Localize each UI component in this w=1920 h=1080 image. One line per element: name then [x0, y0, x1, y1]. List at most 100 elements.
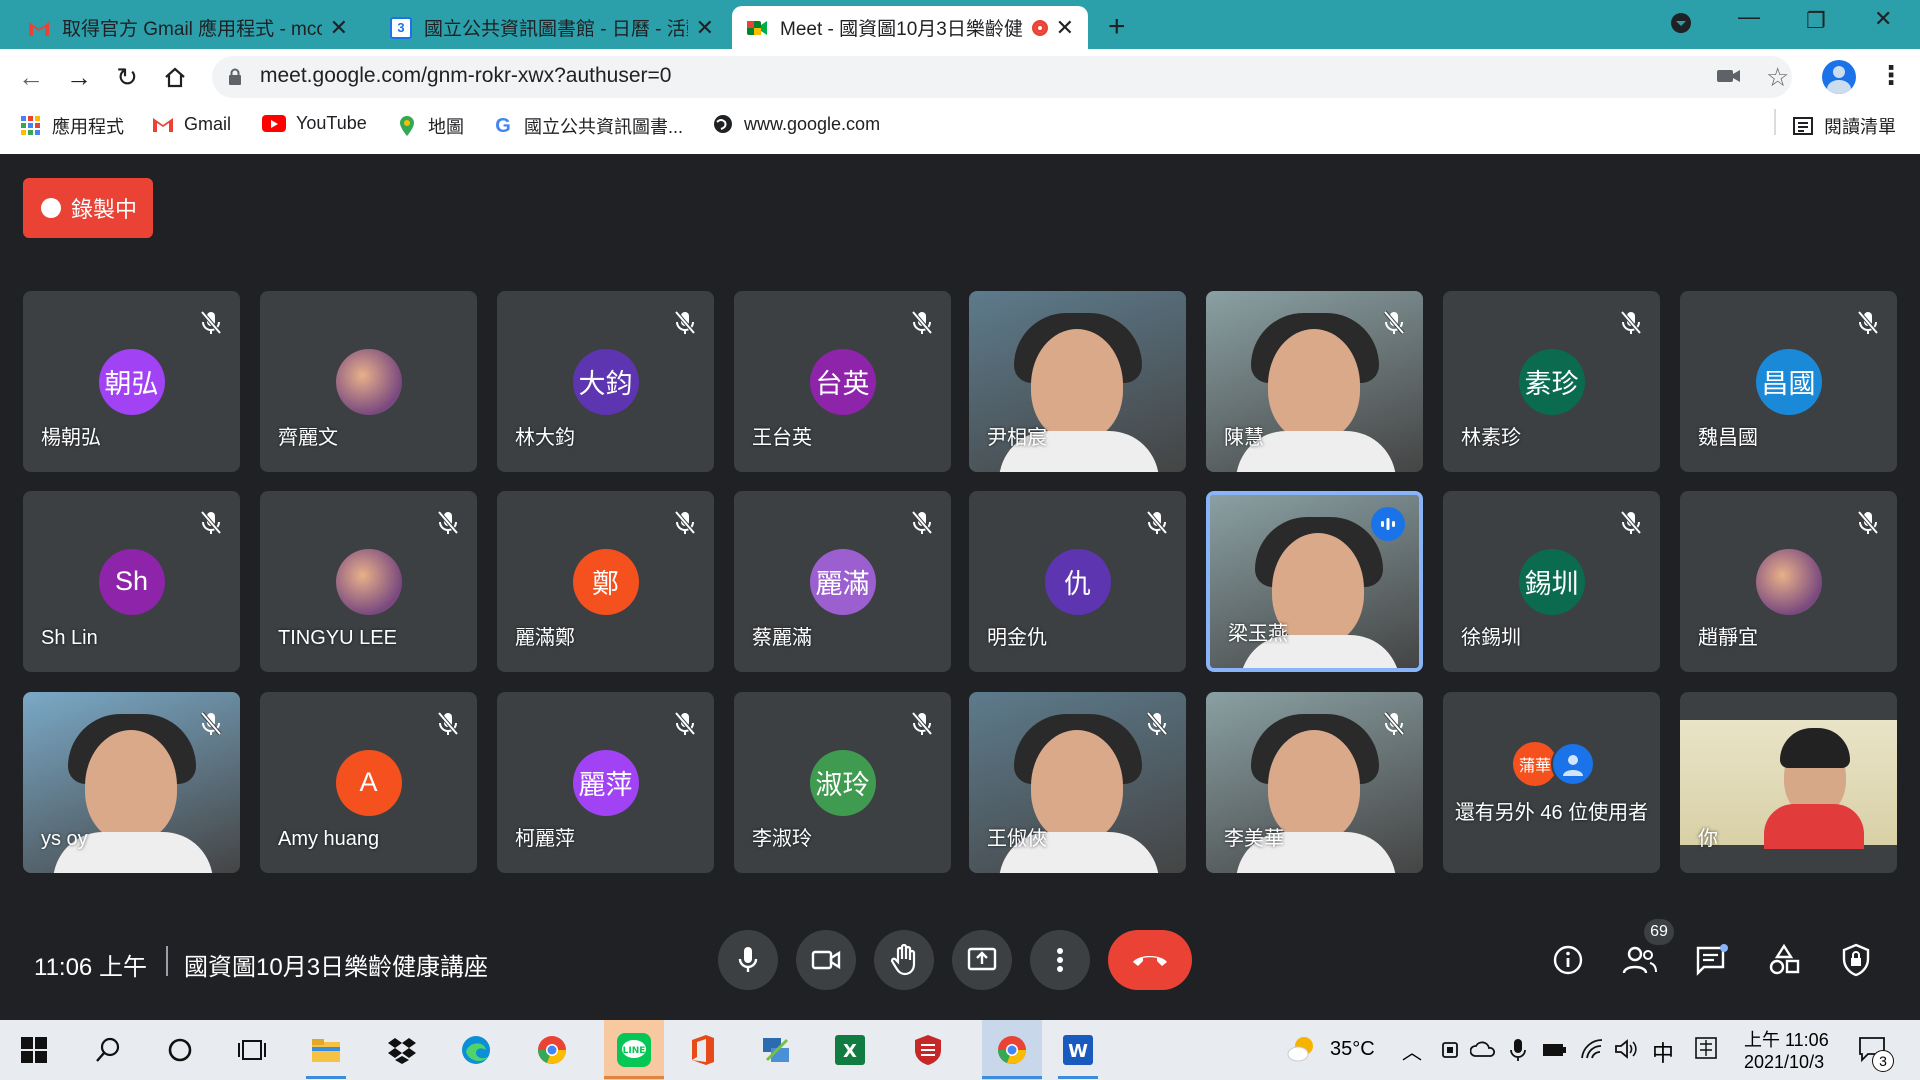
lock-icon: [228, 68, 242, 86]
line-icon[interactable]: LINE: [604, 1020, 664, 1080]
word-icon[interactable]: W: [1058, 1030, 1098, 1070]
avatar: [1755, 548, 1822, 615]
bookmark-gmail[interactable]: Gmail: [152, 113, 231, 135]
volume-icon[interactable]: [1614, 1038, 1638, 1060]
windows-start-icon[interactable]: [14, 1030, 54, 1070]
tab-meet[interactable]: Meet - 國資圖10月3日樂齡健 ✕: [732, 6, 1088, 49]
chat-button[interactable]: [1692, 940, 1732, 980]
clock-time[interactable]: 上午 11:06: [1744, 1026, 1829, 1052]
microphone-button[interactable]: [718, 930, 778, 990]
chrome-active-icon[interactable]: [982, 1020, 1042, 1080]
bookmark-library[interactable]: G 國立公共資訊圖書...: [492, 113, 683, 139]
close-tab-icon[interactable]: ✕: [1056, 16, 1074, 39]
camera-in-use-icon[interactable]: [1716, 66, 1742, 86]
close-tab-icon[interactable]: ✕: [696, 16, 714, 39]
participant-tile[interactable]: ys oy: [23, 692, 240, 873]
reading-list-button[interactable]: 閱讀清單: [1792, 113, 1896, 139]
meet-tray-icon[interactable]: [1440, 1040, 1460, 1060]
bookmark-google[interactable]: www.google.com: [712, 113, 880, 135]
avatar: [335, 348, 402, 415]
participant-tile[interactable]: 王俶俠: [969, 692, 1186, 873]
new-tab-button[interactable]: +: [1108, 10, 1126, 44]
participant-tile[interactable]: 齊麗文: [260, 291, 477, 472]
cortana-icon[interactable]: [160, 1030, 200, 1070]
participant-tile[interactable]: 仇明金仇: [969, 491, 1186, 672]
weather-icon[interactable]: [1286, 1034, 1318, 1064]
search-icon[interactable]: [88, 1030, 128, 1070]
file-explorer-icon[interactable]: [306, 1030, 346, 1070]
wifi-icon[interactable]: [1580, 1038, 1604, 1060]
participant-tile[interactable]: A Amy huang: [260, 692, 477, 873]
ime-mode-icon[interactable]: [1694, 1036, 1718, 1060]
muted-mic-icon: [1379, 307, 1409, 337]
participant-tile[interactable]: 鄭麗滿鄭: [497, 491, 714, 672]
participant-tile[interactable]: 素珍 林素珍: [1443, 291, 1660, 472]
participants-button[interactable]: [1620, 940, 1660, 980]
participant-tile[interactable]: 昌國 魏昌國: [1680, 291, 1897, 472]
ime-indicator[interactable]: 中: [1652, 1036, 1674, 1068]
gmail-icon: [152, 113, 174, 135]
dropbox-icon[interactable]: [382, 1030, 422, 1070]
tab-calendar[interactable]: 3 國立公共資訊圖書館 - 日曆 - 活動 ✕: [376, 6, 728, 49]
present-screen-button[interactable]: [952, 930, 1012, 990]
muted-mic-icon: [907, 507, 937, 537]
url-text[interactable]: meet.google.com/gnm-rokr-xwx?authuser=0: [260, 64, 671, 88]
weather-temp[interactable]: 35°C: [1330, 1038, 1375, 1061]
participant-tile[interactable]: 尹相宸: [969, 291, 1186, 472]
menu-kebab-icon[interactable]: ⋮: [1878, 60, 1904, 91]
participant-tile[interactable]: 麗萍 柯麗萍: [497, 692, 714, 873]
bookmark-apps[interactable]: 應用程式: [20, 113, 124, 139]
home-icon[interactable]: [160, 62, 190, 92]
self-view-tile[interactable]: 你: [1680, 692, 1897, 873]
participant-tile[interactable]: 淑玲 李淑玲: [734, 692, 951, 873]
participant-tile[interactable]: 趙靜宜: [1680, 491, 1897, 672]
participant-tile[interactable]: 大鈞 林大鈞: [497, 291, 714, 472]
tray-chevron-icon[interactable]: ︿: [1402, 1036, 1422, 1065]
close-window-icon[interactable]: ✕: [1874, 6, 1892, 32]
leave-call-button[interactable]: [1108, 930, 1192, 990]
participant-tile[interactable]: 梁玉燕: [1206, 491, 1423, 672]
tab-gmail[interactable]: 取得官方 Gmail 應用程式 - mcc( ✕: [14, 6, 362, 49]
minimize-icon[interactable]: —: [1738, 4, 1760, 30]
task-view-icon[interactable]: [232, 1030, 272, 1070]
profile-avatar-icon[interactable]: [1822, 60, 1856, 94]
battery-icon[interactable]: [1542, 1042, 1568, 1058]
participant-tile[interactable]: 李美華: [1206, 692, 1423, 873]
host-controls-button[interactable]: [1836, 940, 1876, 980]
close-tab-icon[interactable]: ✕: [330, 16, 348, 39]
camera-button[interactable]: [796, 930, 856, 990]
participant-name: 柯麗萍: [515, 828, 575, 850]
clock-date[interactable]: 2021/10/3: [1744, 1052, 1824, 1073]
excel-icon[interactable]: X: [830, 1030, 870, 1070]
forward-icon[interactable]: →: [64, 62, 94, 92]
onedrive-icon[interactable]: [1470, 1040, 1496, 1058]
more-options-button[interactable]: [1030, 930, 1090, 990]
participant-tile[interactable]: TINGYU LEE: [260, 491, 477, 672]
reload-icon[interactable]: ↻: [112, 62, 142, 92]
participant-name: 明金仇: [987, 627, 1047, 649]
participant-tile[interactable]: Sh Sh Lin: [23, 491, 240, 672]
activities-button[interactable]: [1764, 940, 1804, 980]
participant-tile[interactable]: 台英 王台英: [734, 291, 951, 472]
meeting-details-button[interactable]: [1548, 940, 1588, 980]
bookmark-youtube[interactable]: YouTube: [262, 113, 367, 134]
more-participants-tile[interactable]: 蒲華 還有另外 46 位使用者: [1443, 692, 1660, 873]
back-icon[interactable]: ←: [16, 62, 46, 92]
edge-icon[interactable]: [456, 1030, 496, 1070]
tab-search-icon[interactable]: [1670, 12, 1692, 34]
recording-badge[interactable]: 錄製中: [23, 178, 153, 238]
tray-microphone-icon[interactable]: [1510, 1038, 1526, 1062]
office-icon[interactable]: [682, 1030, 722, 1070]
security-shield-icon[interactable]: [908, 1030, 948, 1070]
chrome-taskbar-icon[interactable]: [532, 1030, 572, 1070]
restore-icon[interactable]: ❐: [1806, 8, 1826, 34]
raise-hand-button[interactable]: [874, 930, 934, 990]
bookmark-star-icon[interactable]: ☆: [1766, 62, 1789, 93]
network-app-icon[interactable]: [756, 1030, 796, 1070]
avatar: 錫圳: [1518, 548, 1585, 615]
participant-tile[interactable]: 錫圳 徐錫圳: [1443, 491, 1660, 672]
participant-tile[interactable]: 麗滿 蔡麗滿: [734, 491, 951, 672]
participant-tile[interactable]: 陳慧: [1206, 291, 1423, 472]
participant-tile[interactable]: 朝弘 楊朝弘: [23, 291, 240, 472]
bookmark-maps[interactable]: 地圖: [396, 113, 464, 139]
